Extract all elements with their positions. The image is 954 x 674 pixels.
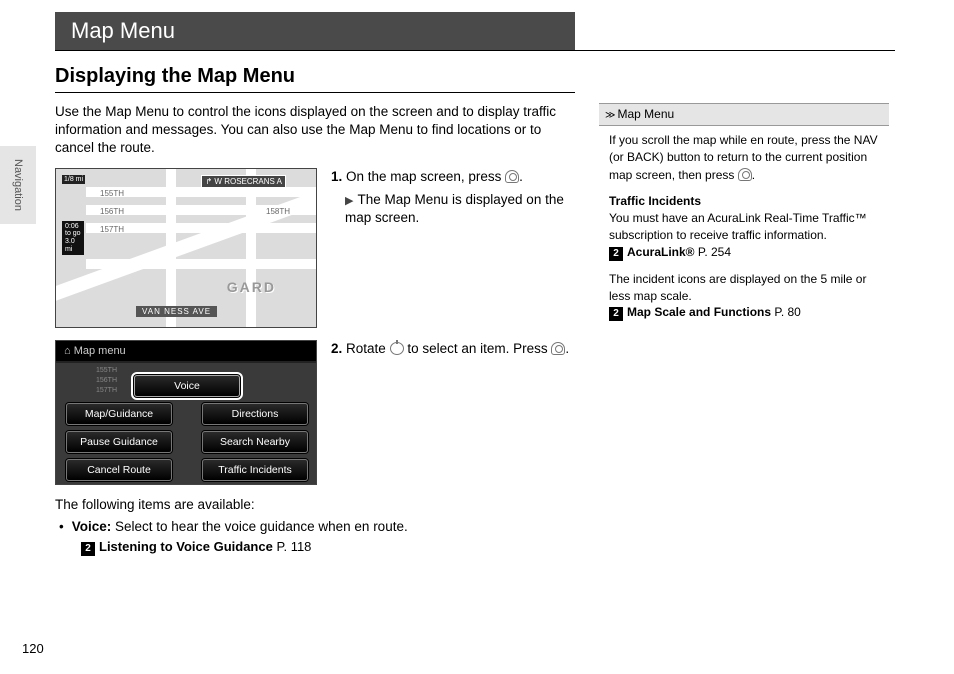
chapter-title: Map Menu xyxy=(55,12,575,50)
xref-icon: 2 xyxy=(609,247,623,261)
side-tab-label: Navigation xyxy=(12,159,24,211)
xref-icon: 2 xyxy=(81,542,95,556)
street-label: 156TH xyxy=(100,207,124,216)
street-label: 155TH xyxy=(100,189,124,198)
step-number: 2. xyxy=(331,341,342,356)
menu-item-traffic-incidents: Traffic Incidents xyxy=(202,459,308,481)
xref-icon: 2 xyxy=(609,307,623,321)
step-2-text: 2. Rotate to select an item. Press . xyxy=(331,340,569,485)
available-intro: The following items are available: xyxy=(55,497,575,512)
menu-item-map-guidance: Map/Guidance xyxy=(66,403,172,425)
bullet-dot-icon: • xyxy=(59,518,64,537)
step-1-row: 1/8 mi 155TH 156TH 157TH 158TH ↱ W ROSEC… xyxy=(55,168,575,328)
bullet-voice: • Voice: Select to hear the voice guidan… xyxy=(55,518,575,537)
street-label: 158TH xyxy=(266,207,290,216)
step-1-sub: ▶The Map Menu is displayed on the map sc… xyxy=(345,191,575,229)
rotary-dial-icon xyxy=(390,342,404,355)
title-rule xyxy=(55,50,895,51)
xref-voice-guidance: 2Listening to Voice Guidance P. 118 xyxy=(81,539,575,556)
sidebar-p2: The incident icons are displayed on the … xyxy=(609,271,887,322)
sidebar-column: ≫Map Menu If you scroll the map while en… xyxy=(599,103,889,556)
menu-item-cancel-route: Cancel Route xyxy=(66,459,172,481)
enter-button-icon xyxy=(505,170,519,183)
step-number: 1. xyxy=(331,169,342,184)
chevron-icon: ≫ xyxy=(605,110,615,121)
map-scale-badge: 1/8 mi xyxy=(62,175,85,184)
enter-button-icon xyxy=(738,168,752,181)
bullet-label: Voice: xyxy=(72,519,112,534)
city-label: GARD xyxy=(227,279,276,295)
menu-item-directions: Directions xyxy=(202,403,308,425)
enter-button-icon xyxy=(551,342,565,355)
main-column: Use the Map Menu to control the icons di… xyxy=(55,103,575,556)
bullet-desc: Select to hear the voice guidance when e… xyxy=(115,519,408,534)
menu-item-search-nearby: Search Nearby xyxy=(202,431,308,453)
eta-panel: 0:06 to go 3.0 mi xyxy=(62,221,84,256)
step-line: On the map screen, press xyxy=(346,169,501,184)
page-number: 120 xyxy=(22,641,44,656)
menu-header: ⌂ Map menu xyxy=(56,341,316,361)
sidebar-header: ≫Map Menu xyxy=(599,103,889,126)
sidebar-p1: If you scroll the map while en route, pr… xyxy=(609,132,887,183)
street-bar: VAN NESS AVE xyxy=(136,306,217,317)
triangle-icon: ▶ xyxy=(345,194,353,209)
street-label: 157TH xyxy=(100,225,124,234)
step-2-row: ⌂ Map menu 155TH 156TH 157TH 164TH Voice… xyxy=(55,340,575,485)
side-tab: Navigation xyxy=(0,146,36,224)
sidebar-traffic: Traffic Incidents You must have an Acura… xyxy=(609,193,887,260)
menu-item-pause-guidance: Pause Guidance xyxy=(66,431,172,453)
step-1-text: 1. On the map screen, press . ▶The Map M… xyxy=(331,168,575,328)
page-content: Map Menu Displaying the Map Menu Use the… xyxy=(55,12,894,556)
street-sign: ↱ W ROSECRANS A xyxy=(201,175,286,188)
section-title: Displaying the Map Menu xyxy=(55,65,575,93)
intro-paragraph: Use the Map Menu to control the icons di… xyxy=(55,103,575,158)
figure-map-screen: 1/8 mi 155TH 156TH 157TH 158TH ↱ W ROSEC… xyxy=(55,168,317,328)
menu-item-voice: Voice xyxy=(134,375,240,397)
figure-map-menu: ⌂ Map menu 155TH 156TH 157TH 164TH Voice… xyxy=(55,340,317,485)
